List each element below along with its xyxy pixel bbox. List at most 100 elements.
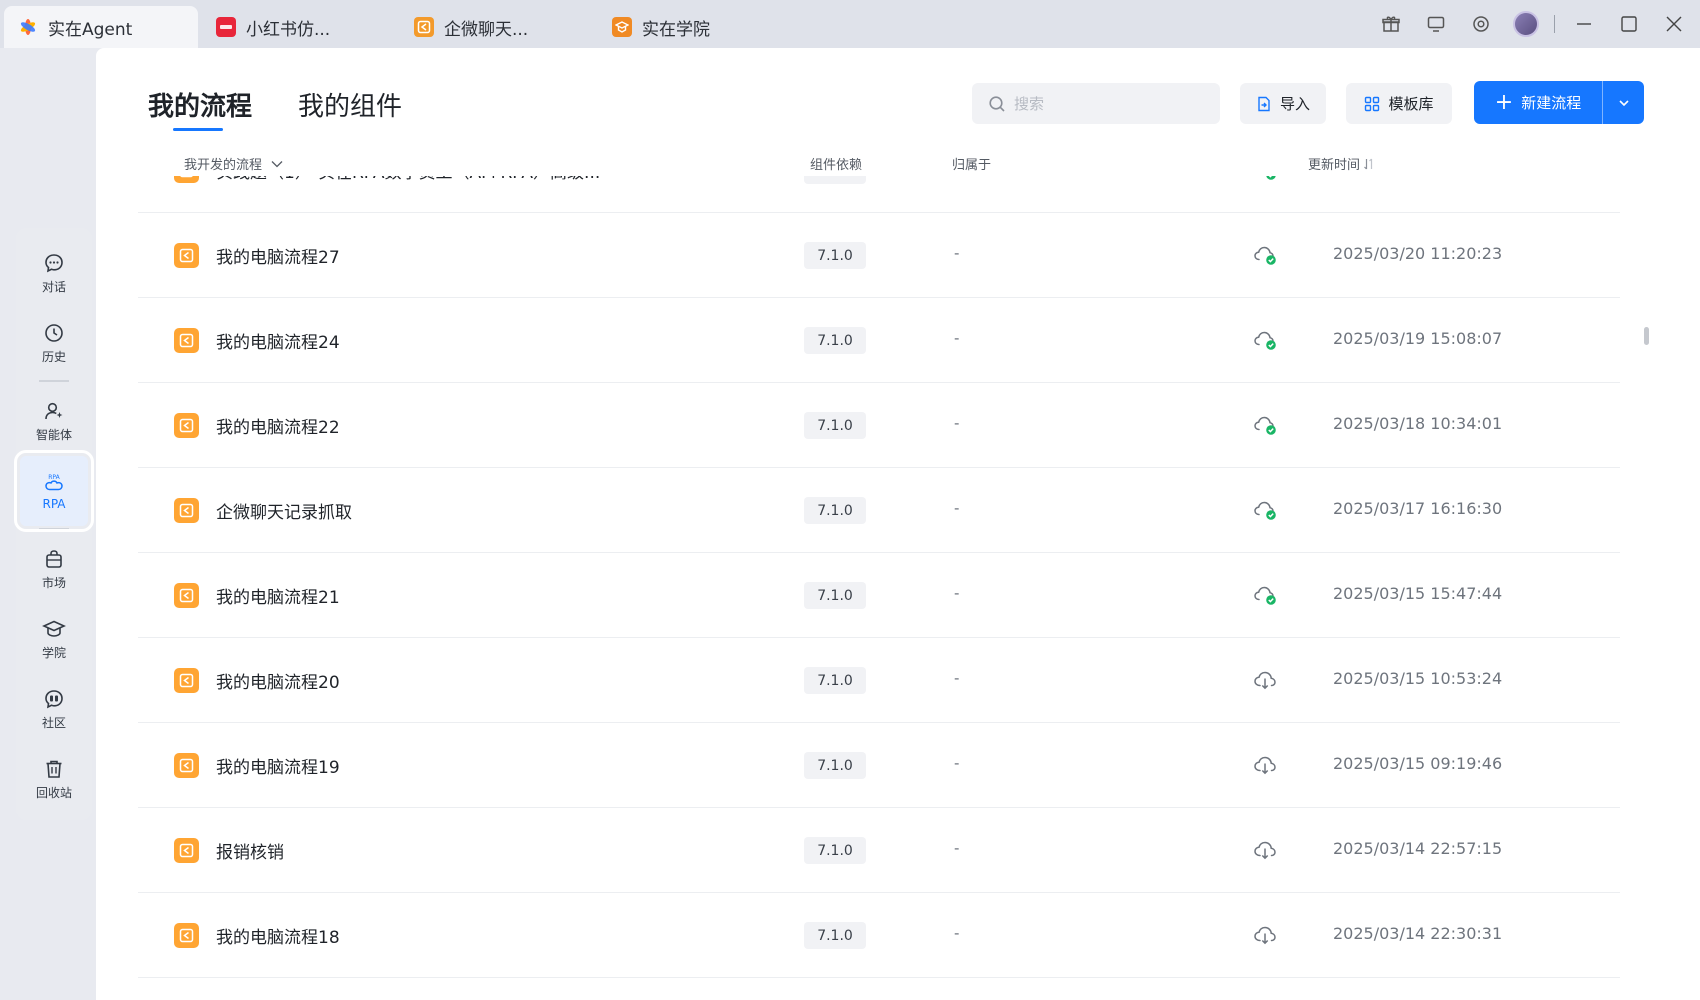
flow-icon bbox=[174, 498, 199, 523]
new-flow-dropdown-button[interactable] bbox=[1603, 81, 1644, 124]
updated-time: 2025/03/15 09:19:46 bbox=[1333, 754, 1503, 773]
flow-name[interactable]: 报销核销 bbox=[216, 838, 284, 863]
cloud-check-icon[interactable] bbox=[1252, 499, 1278, 521]
chevron-down-icon bbox=[1618, 99, 1629, 106]
table-row[interactable]: 我的电脑流程21 7.1.0 - 2025/03/15 15:47:44 bbox=[138, 553, 1620, 638]
cloud-check-icon[interactable] bbox=[1252, 414, 1278, 436]
table-header: 我开发的流程 组件依赖 归属于 更新时间 bbox=[96, 152, 1700, 176]
cloud-check-icon[interactable] bbox=[1252, 244, 1278, 266]
flow-name[interactable]: 我的电脑流程24 bbox=[216, 328, 340, 353]
import-button[interactable]: 导入 bbox=[1240, 83, 1326, 124]
close-icon bbox=[1666, 16, 1681, 32]
tab-xiaohongshu[interactable]: 小红书仿... bbox=[202, 6, 396, 48]
screen-button[interactable] bbox=[1413, 0, 1458, 48]
flow-name[interactable]: 我的电脑流程19 bbox=[216, 753, 340, 778]
sidebar-item-community[interactable]: 社区 bbox=[16, 674, 92, 744]
settings-button[interactable] bbox=[1458, 0, 1503, 48]
minimize-icon bbox=[1576, 23, 1591, 25]
import-icon bbox=[1258, 96, 1270, 111]
scrollbar[interactable] bbox=[1644, 327, 1649, 345]
table-row[interactable]: 我的电脑流程22 7.1.0 - 2025/03/18 10:34:01 bbox=[138, 383, 1620, 468]
column-header-deps: 组件依赖 bbox=[810, 158, 863, 173]
cloud-download-icon[interactable] bbox=[1252, 669, 1278, 691]
tab-my-flows[interactable]: 我的流程 bbox=[148, 86, 252, 123]
close-button[interactable] bbox=[1651, 0, 1696, 48]
flow-icon bbox=[414, 17, 434, 37]
minimize-button[interactable] bbox=[1561, 0, 1606, 48]
community-icon bbox=[45, 689, 63, 708]
column-header-owner: 归属于 bbox=[952, 158, 992, 173]
xiaohongshu-icon bbox=[216, 17, 236, 37]
sidebar-item-market[interactable]: 市场 bbox=[16, 534, 92, 604]
sidebar-item-recycle-bin[interactable]: 回收站 bbox=[16, 744, 92, 814]
sidebar-item-history[interactable]: 历史 bbox=[16, 308, 92, 378]
template-library-label: 模板库 bbox=[1388, 95, 1434, 113]
agent-logo-icon bbox=[18, 17, 38, 37]
sidebar-item-label: 市场 bbox=[41, 575, 66, 590]
cloud-check-icon[interactable] bbox=[1252, 176, 1278, 181]
cloud-check-icon[interactable] bbox=[1252, 584, 1278, 606]
flow-icon bbox=[174, 923, 199, 948]
monitor-icon bbox=[1427, 16, 1444, 32]
search-box[interactable] bbox=[972, 83, 1220, 124]
user-avatar-button[interactable] bbox=[1503, 0, 1548, 48]
sidebar-divider bbox=[39, 528, 69, 530]
flow-name[interactable]: 我的电脑流程18 bbox=[216, 923, 340, 948]
flow-name[interactable]: 我的电脑流程21 bbox=[216, 583, 340, 608]
maximize-button[interactable] bbox=[1606, 0, 1651, 48]
flow-icon bbox=[174, 413, 199, 438]
gift-button[interactable] bbox=[1368, 0, 1413, 48]
flow-name[interactable]: 实践题（1）-实在RPA数字员工（AI+RPA）高级... bbox=[216, 176, 600, 183]
tab-shizai-agent[interactable]: 实在Agent bbox=[4, 6, 198, 48]
table-row[interactable]: 报销核销 7.1.0 - 2025/03/14 22:57:15 bbox=[138, 808, 1620, 893]
version-badge: 7.1.0 bbox=[804, 922, 866, 949]
avatar bbox=[1512, 11, 1539, 37]
sidebar-item-label: 社区 bbox=[41, 715, 66, 730]
active-tab-indicator bbox=[173, 128, 223, 131]
owner-value: - bbox=[954, 176, 959, 177]
flow-name[interactable]: 我的电脑流程20 bbox=[216, 668, 340, 693]
flow-icon bbox=[174, 583, 199, 608]
flow-list: 实践题（1）-实在RPA数字员工（AI+RPA）高级... 7.0.0 - 2025/… bbox=[138, 176, 1620, 1000]
flow-filter-dropdown[interactable]: 我开发的流程 bbox=[184, 154, 284, 173]
template-library-button[interactable]: 模板库 bbox=[1346, 83, 1452, 124]
cloud-check-icon[interactable] bbox=[1252, 329, 1278, 351]
sidebar-item-academy[interactable]: 学院 bbox=[16, 604, 92, 674]
search-input[interactable] bbox=[1014, 94, 1204, 113]
owner-value: - bbox=[954, 329, 960, 347]
cloud-download-icon[interactable] bbox=[1252, 839, 1278, 861]
tab-my-components[interactable]: 我的组件 bbox=[298, 86, 402, 123]
table-row[interactable]: 实践题（1）-实在RPA数字员工（AI+RPA）高级... 7.0.0 - 2025/… bbox=[138, 176, 1620, 213]
flow-name[interactable]: 我的电脑流程22 bbox=[216, 413, 340, 438]
table-row[interactable]: 我的电脑流程27 7.1.0 - 2025/03/20 11:20:23 bbox=[138, 213, 1620, 298]
sidebar-item-label: 智能体 bbox=[35, 427, 72, 442]
owner-value: - bbox=[954, 499, 960, 517]
sidebar-item-chat[interactable]: 对话 bbox=[16, 238, 92, 308]
cloud-download-icon[interactable] bbox=[1252, 754, 1278, 776]
tab-shizai-academy[interactable]: 实在学院 bbox=[598, 6, 792, 48]
sidebar-item-agent[interactable]: 智能体 bbox=[16, 386, 92, 456]
owner-value: - bbox=[954, 669, 960, 687]
flow-icon bbox=[174, 838, 199, 863]
clock-icon bbox=[45, 323, 63, 342]
updated-time: 2025/03/19 15:08:07 bbox=[1333, 329, 1503, 348]
table-row[interactable]: 企微聊天记录抓取 7.1.0 - 2025/03/17 16:16:30 bbox=[138, 468, 1620, 553]
sidebar-item-label: 回收站 bbox=[35, 785, 72, 800]
flow-icon bbox=[174, 176, 199, 183]
flow-name[interactable]: 我的电脑流程27 bbox=[216, 243, 340, 268]
new-flow-label: 新建流程 bbox=[1521, 94, 1582, 112]
rpa-icon: RPA bbox=[45, 474, 63, 491]
flow-name[interactable]: 企微聊天记录抓取 bbox=[216, 498, 352, 523]
new-flow-button[interactable]: + 新建流程 bbox=[1474, 81, 1602, 124]
sidebar-item-rpa[interactable]: RPA RPA bbox=[14, 450, 94, 532]
table-row[interactable]: 我的电脑流程20 7.1.0 - 2025/03/15 10:53:24 bbox=[138, 638, 1620, 723]
cloud-download-icon[interactable] bbox=[1252, 924, 1278, 946]
table-row[interactable]: 我的电脑流程19 7.1.0 - 2025/03/15 09:19:46 bbox=[138, 723, 1620, 808]
tab-qiwei-chat[interactable]: 企微聊天... bbox=[400, 6, 594, 48]
flow-icon bbox=[174, 243, 199, 268]
column-header-updated: 更新时间 bbox=[1308, 158, 1361, 173]
flow-icon bbox=[174, 328, 199, 353]
updated-time-sort[interactable]: 更新时间 bbox=[1308, 154, 1376, 173]
table-row[interactable]: 我的电脑流程24 7.1.0 - 2025/03/19 15:08:07 bbox=[138, 298, 1620, 383]
table-row[interactable]: 我的电脑流程18 7.1.0 - 2025/03/14 22:30:31 bbox=[138, 893, 1620, 978]
